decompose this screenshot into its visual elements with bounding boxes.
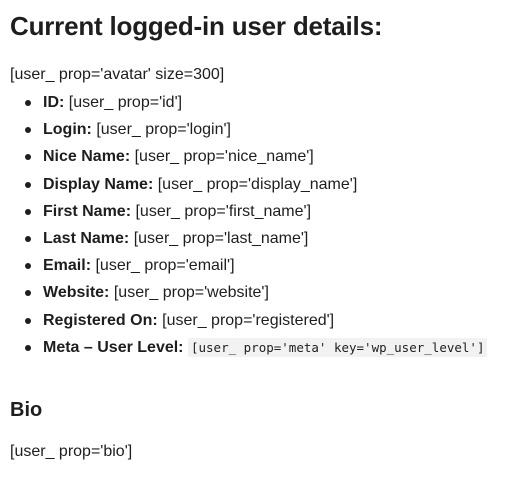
detail-item-website: Website: [user_ prop='website'] — [24, 281, 487, 308]
detail-value: [user_ prop='first_name'] — [135, 202, 312, 220]
detail-value: [user_ prop='email'] — [95, 257, 235, 275]
avatar-shortcode: [user_ prop='avatar' size=300] — [10, 66, 225, 83]
detail-value: [user_ prop='id'] — [68, 94, 183, 111]
detail-label: Nice Name: — [43, 148, 131, 166]
detail-value: [user_ prop='last_name'] — [133, 229, 309, 247]
detail-value: [user_ prop='login'] — [96, 121, 231, 139]
detail-value: [user_ prop='nice_name'] — [134, 148, 314, 166]
detail-item-registered-on: Registered On: [user_ prop='registered'] — [24, 309, 487, 336]
detail-value: [user_ prop='display_name'] — [157, 175, 358, 193]
detail-label: Meta – User Level: — [43, 338, 184, 356]
user-details-list: ID: [user_ prop='id'] Login: [user_ prop… — [10, 91, 488, 363]
detail-label: First Name: — [43, 202, 132, 220]
detail-item-id: ID: [user_ prop='id'] — [24, 91, 487, 118]
detail-label: Display Name: — [43, 175, 154, 193]
detail-item-display-name: Display Name: [user_ prop='display_name'… — [24, 173, 487, 200]
detail-item-last-name: Last Name: [user_ prop='last_name'] — [24, 227, 487, 254]
detail-item-email: Email: [user_ prop='email'] — [24, 254, 487, 281]
detail-value: [user_ prop='website'] — [113, 284, 269, 302]
detail-label: ID: — [43, 94, 65, 111]
detail-label: Last Name: — [43, 229, 130, 247]
detail-item-nice-name: Nice Name: [user_ prop='nice_name'] — [24, 145, 487, 172]
bio-shortcode: [user_ prop='bio'] — [10, 443, 133, 460]
detail-item-login: Login: [user_ prop='login'] — [24, 118, 487, 145]
detail-item-first-name: First Name: [user_ prop='first_name'] — [24, 200, 487, 227]
detail-label: Login: — [43, 121, 92, 139]
detail-label: Website: — [43, 284, 110, 302]
bio-heading: Bio — [10, 399, 43, 421]
detail-label: Email: — [43, 257, 92, 275]
detail-label: Registered On: — [43, 311, 158, 329]
page-title: Current logged-in user details: — [10, 11, 383, 41]
detail-item-meta-user-level: Meta – User Level: [user_ prop='meta' ke… — [24, 336, 488, 363]
detail-value-code: [user_ prop='meta' key='wp_user_level'] — [187, 337, 488, 357]
detail-value: [user_ prop='registered'] — [162, 311, 335, 329]
page-content: Current logged-in user details: [user_ p… — [0, 0, 524, 479]
